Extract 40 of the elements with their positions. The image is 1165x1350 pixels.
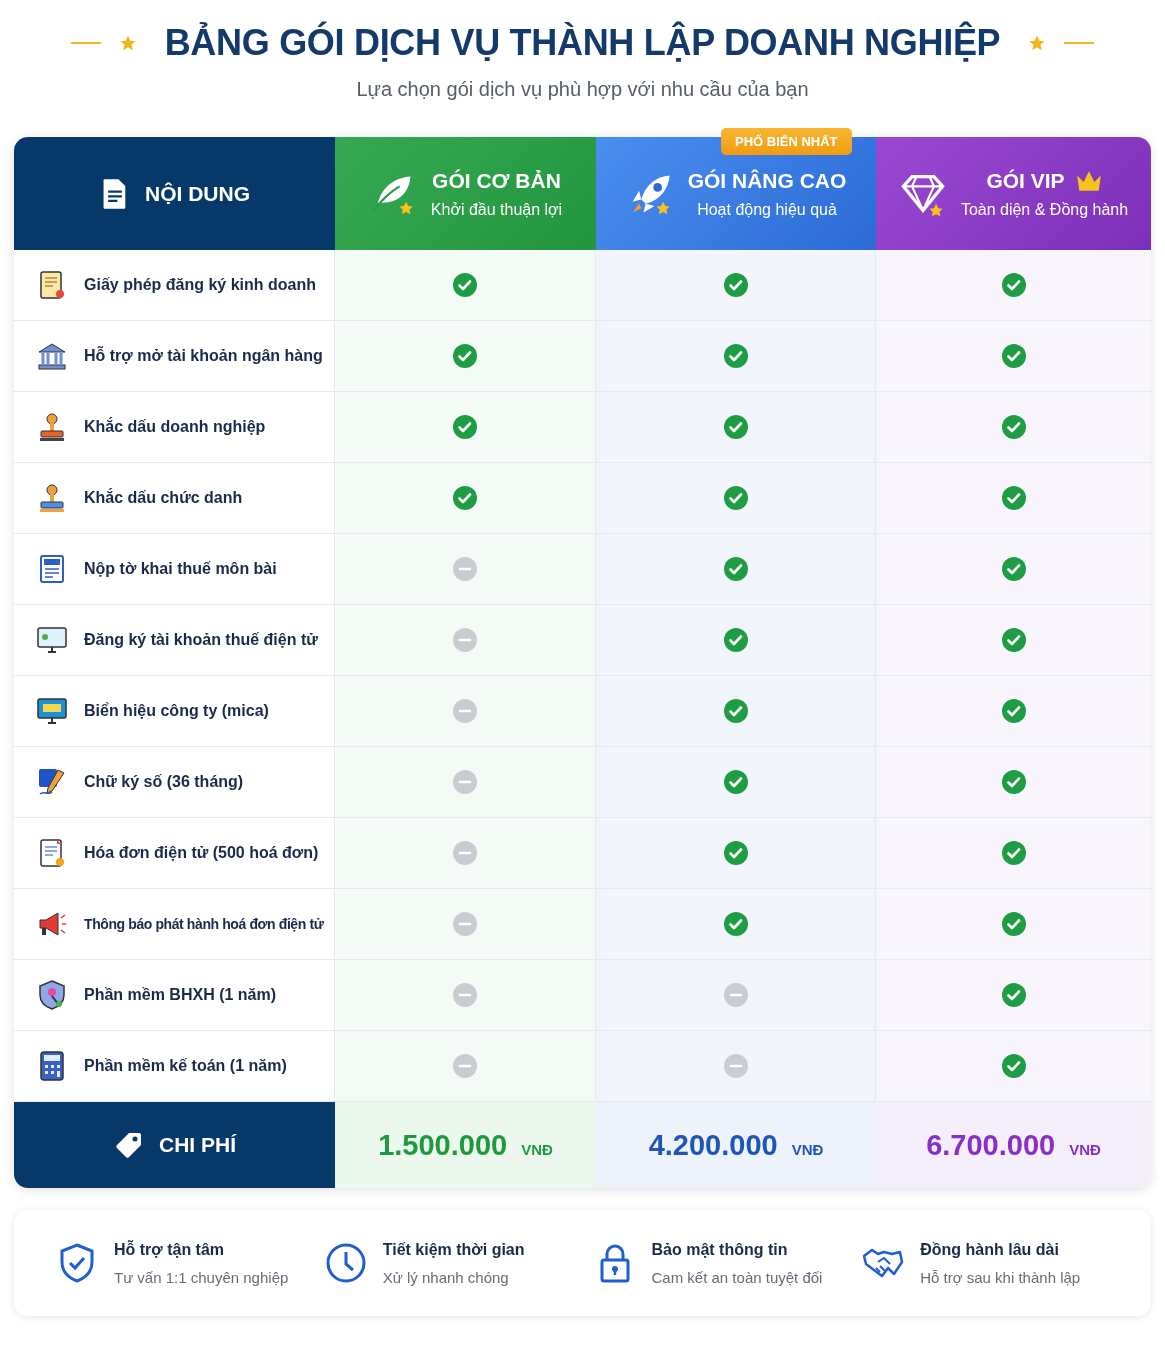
benefit-title: Hỗ trợ tận tâm — [114, 1240, 226, 1259]
monitor-icon — [36, 624, 68, 656]
star-icon — [1028, 34, 1047, 52]
feature-label: Phần mềm BHXH (1 năm) — [84, 986, 277, 1004]
popular-badge: PHỔ BIẾN NHẤT — [721, 128, 852, 155]
plan-name: GÓI NÂNG CAO — [687, 168, 847, 193]
feature-label: Thông báo phát hành hoá đơn điện tử — [84, 916, 324, 932]
benefit-text: Xử lý nhanh chóng — [382, 1268, 510, 1286]
plan-price: 6.700.000 VNĐ — [926, 1128, 1101, 1162]
column-heading: NỘI DUNG — [145, 181, 250, 206]
benefit-text: Tư vấn 1:1 chuyên nghiệp — [114, 1268, 289, 1286]
benefit-title: Bảo mật thông tin — [651, 1240, 789, 1259]
star-icon — [118, 34, 137, 52]
benefit-title: Tiết kiệm thời gian — [382, 1240, 525, 1259]
benefit-text: Hỗ trợ sau khi thành lập — [920, 1268, 1081, 1286]
feature-label: Khắc dấu chức danh — [84, 489, 243, 507]
page-subtitle: Lựa chọn gói dịch vụ phù hợp với nhu cầu của bạn — [356, 78, 809, 101]
plan-tagline: Hoạt động hiệu quả — [697, 200, 837, 219]
page-title: BẢNG GÓI DỊCH VỤ THÀNH LẬP DOANH NGHIỆP — [164, 22, 1001, 64]
feature-label: Chữ ký số (36 tháng) — [84, 773, 244, 791]
feature-label: Phần mềm kế toán (1 năm) — [84, 1057, 287, 1075]
plan-price: 1.500.000 VNĐ — [378, 1128, 553, 1162]
feature-label: Khắc dấu doanh nghiệp — [84, 418, 266, 436]
cost-label: CHI PHÍ — [159, 1133, 236, 1157]
feature-label: Đăng ký tài khoản thuế điện tử — [84, 631, 318, 649]
feature-label: Nộp tờ khai thuế môn bài — [84, 560, 277, 578]
feature-label: Hóa đơn điện tử (500 hoá đơn) — [84, 844, 319, 862]
clock-icon — [324, 1242, 367, 1284]
benefit-text: Cam kết an toàn tuyệt đối — [651, 1268, 823, 1286]
plan-name: GÓI CƠ BẢN — [432, 168, 561, 193]
plan-tagline: Toàn diện & Đồng hành — [960, 200, 1129, 219]
plan-name: GÓI VIP — [986, 168, 1065, 193]
shield-icon — [36, 979, 68, 1011]
signboard-icon — [36, 695, 68, 727]
feature-label: Biển hiệu công ty (mica) — [84, 702, 269, 720]
benefit-title: Đồng hành lâu dài — [920, 1240, 1060, 1259]
feature-label: Hỗ trợ mở tài khoản ngân hàng — [84, 347, 323, 365]
plan-tagline: Khởi đầu thuận lợi — [430, 200, 563, 219]
feature-label: Giấy phép đăng ký kinh doanh — [84, 276, 317, 294]
plan-price: 4.200.000 VNĐ — [648, 1128, 824, 1162]
